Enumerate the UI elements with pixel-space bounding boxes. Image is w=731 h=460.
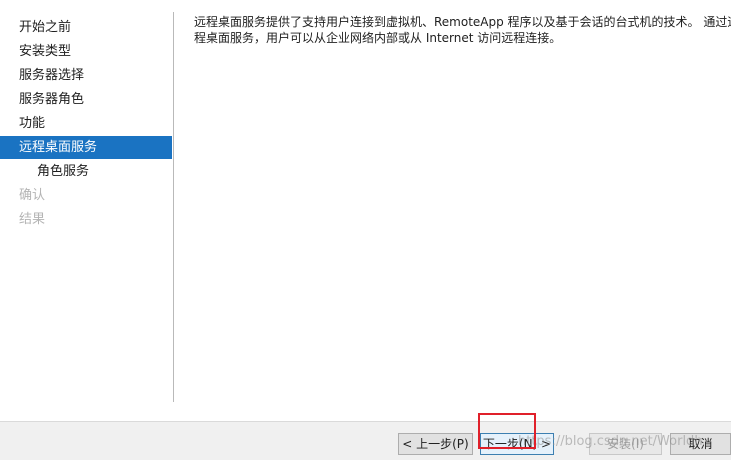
cancel-button[interactable]: 取消: [670, 433, 731, 455]
description-line-1: 远程桌面服务提供了支持用户连接到虚拟机、RemoteApp 程序以及基于会话的台…: [194, 15, 731, 29]
wizard-nav: 开始之前 安装类型 服务器选择 服务器角色 功能 远程桌面服务 角色服务 确认 …: [0, 0, 173, 402]
install-button: 安装(I): [589, 433, 662, 455]
nav-item-confirmation: 确认: [19, 188, 46, 203]
nav-item-remote-desktop-services[interactable]: 远程桌面服务: [0, 136, 172, 159]
nav-item-results: 结果: [19, 212, 46, 227]
nav-item-server-roles[interactable]: 服务器角色: [0, 88, 172, 111]
description-line-2: 程桌面服务，用户可以从企业网络内部或从 Internet 访问远程连接。: [194, 31, 562, 45]
sidebar-divider: [173, 12, 174, 402]
nav-item-server-selection[interactable]: 服务器选择: [0, 64, 172, 87]
next-button[interactable]: 下一步(N) >: [480, 433, 554, 455]
previous-button[interactable]: < 上一步(P): [398, 433, 473, 455]
description-text: 远程桌面服务提供了支持用户连接到虚拟机、RemoteApp 程序以及基于会话的台…: [194, 14, 731, 46]
nav-item-role-services[interactable]: 角色服务: [0, 160, 172, 183]
nav-item-installation-type[interactable]: 安装类型: [0, 40, 172, 63]
nav-item-features[interactable]: 功能: [0, 112, 172, 135]
nav-item-before-you-begin[interactable]: 开始之前: [0, 16, 172, 39]
